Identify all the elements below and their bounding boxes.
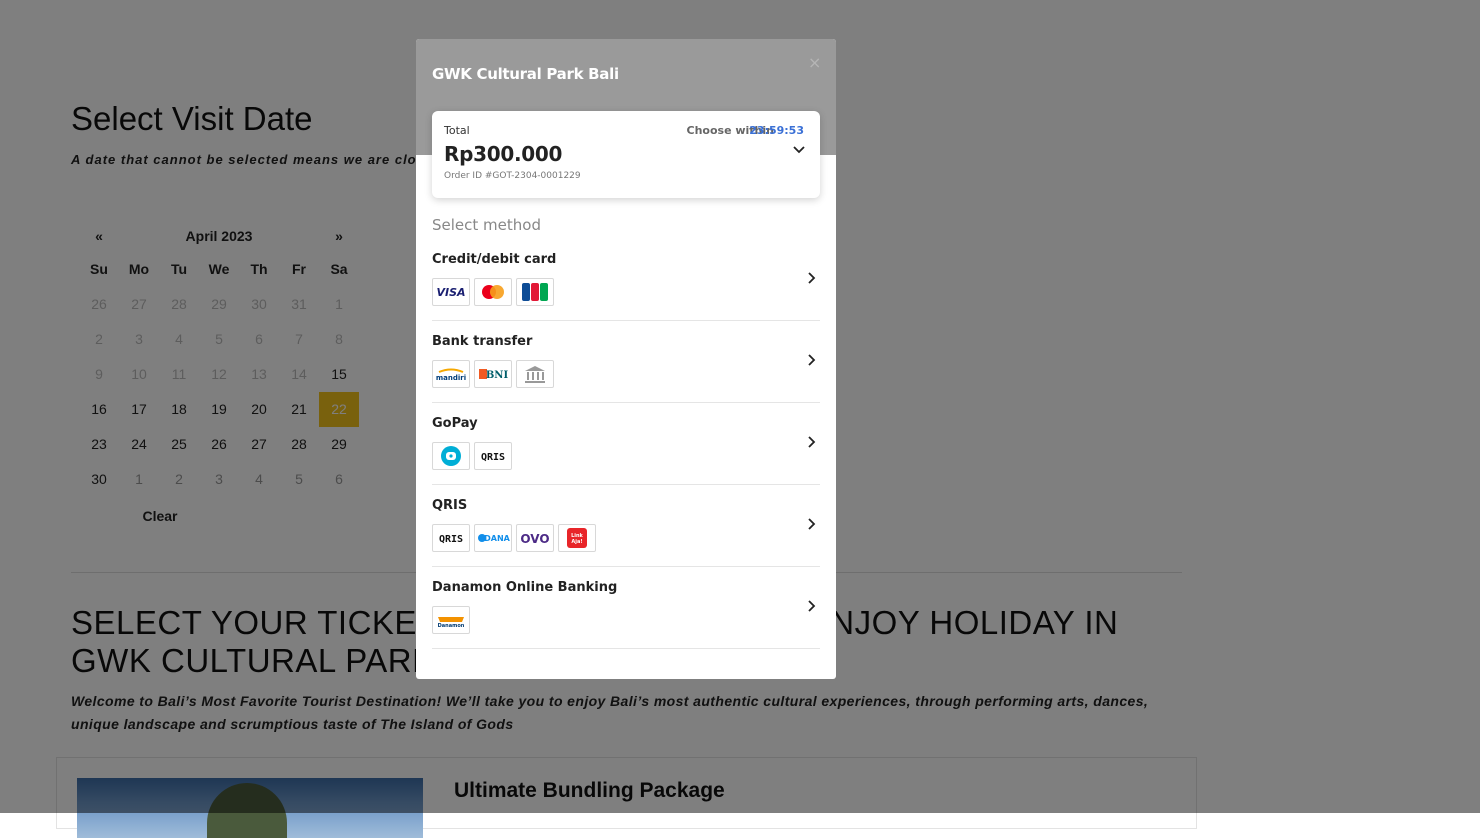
chevron-right-icon	[808, 354, 816, 366]
gopay-logo	[432, 442, 470, 470]
close-icon[interactable]: ×	[808, 53, 821, 72]
linkaja-logo: Link Aja!	[558, 524, 596, 552]
method-danamon[interactable]: Danamon Online Banking Danamon	[432, 566, 820, 649]
chevron-right-icon	[808, 600, 816, 612]
method-credit-card[interactable]: Credit/debit card VISA	[432, 238, 820, 321]
chevron-right-icon	[808, 436, 816, 448]
svg-text:mandiri: mandiri	[436, 374, 466, 382]
method-logos: Danamon	[432, 606, 470, 634]
select-method-label: Select method	[432, 216, 541, 234]
countdown-timer: 23:59:53	[749, 124, 804, 137]
svg-text:Danamon: Danamon	[438, 623, 465, 628]
chevron-down-icon[interactable]	[792, 143, 806, 157]
method-name: Danamon Online Banking	[432, 580, 618, 595]
svg-text:OVO: OVO	[520, 532, 549, 545]
svg-text:Aja!: Aja!	[571, 539, 582, 545]
svg-text:VISA: VISA	[436, 286, 465, 299]
method-name: Bank transfer	[432, 334, 533, 349]
merchant-title: GWK Cultural Park Bali	[432, 65, 619, 83]
dana-logo: DANA	[474, 524, 512, 552]
svg-text:DANA: DANA	[484, 534, 510, 543]
visa-logo: VISA	[432, 278, 470, 306]
order-summary[interactable]: Total Choose within 23:59:53 Rp300.000 O…	[432, 111, 820, 198]
method-name: Credit/debit card	[432, 252, 557, 267]
total-label: Total	[444, 124, 470, 137]
svg-text:QRIS: QRIS	[439, 534, 463, 545]
mastercard-logo	[474, 278, 512, 306]
order-id: Order ID #GOT-2304-0001229	[444, 171, 581, 181]
method-gopay[interactable]: GoPay QRIS	[432, 402, 820, 485]
svg-text:BNI: BNI	[486, 370, 509, 381]
method-name: QRIS	[432, 498, 468, 513]
method-logos: mandiri BNI	[432, 360, 554, 388]
chevron-right-icon	[808, 518, 816, 530]
svg-text:QRIS: QRIS	[481, 452, 505, 463]
qris-logo: QRIS	[474, 442, 512, 470]
method-bank-transfer[interactable]: Bank transfer mandiri BNI	[432, 320, 820, 403]
jcb-logo	[516, 278, 554, 306]
payment-modal: GWK Cultural Park Bali × Total Choose wi…	[416, 39, 836, 679]
qris-logo: QRIS	[432, 524, 470, 552]
danamon-logo: Danamon	[432, 606, 470, 634]
method-name: GoPay	[432, 416, 478, 431]
ovo-logo: OVO	[516, 524, 554, 552]
bni-logo: BNI	[474, 360, 512, 388]
total-amount: Rp300.000	[444, 142, 563, 166]
bank-icon	[516, 360, 554, 388]
mandiri-logo: mandiri	[432, 360, 470, 388]
method-logos: QRIS DANA OVO Link Aja!	[432, 524, 596, 552]
method-qris[interactable]: QRIS QRIS DANA OVO Link Aja!	[432, 484, 820, 567]
chevron-right-icon	[808, 272, 816, 284]
method-logos: VISA	[432, 278, 554, 306]
method-logos: QRIS	[432, 442, 512, 470]
